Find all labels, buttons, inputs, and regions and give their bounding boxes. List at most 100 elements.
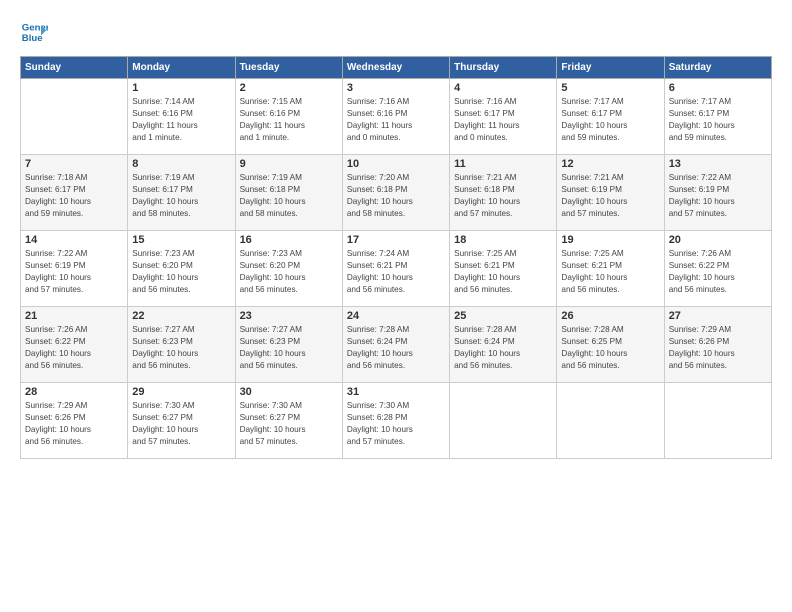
day-info: Sunrise: 7:25 AMSunset: 6:21 PMDaylight:…: [454, 248, 552, 296]
calendar-cell: 3 Sunrise: 7:16 AMSunset: 6:16 PMDaylight…: [342, 79, 449, 155]
weekday-monday: Monday: [128, 57, 235, 79]
logo: General Blue: [20, 18, 48, 46]
day-info: Sunrise: 7:16 AMSunset: 6:16 PMDaylight:…: [347, 96, 445, 144]
calendar-cell: 22 Sunrise: 7:27 AMSunset: 6:23 PMDayligh…: [128, 307, 235, 383]
day-number: 16: [240, 234, 338, 246]
day-number: 23: [240, 310, 338, 322]
calendar-cell: 18Sunrise: 7:25 AMSunset: 6:21 PMDayligh…: [450, 231, 557, 307]
day-number: 31: [347, 386, 445, 398]
calendar-cell: [450, 383, 557, 459]
day-info: Sunrise: 7:15 AMSunset: 6:16 PMDaylight:…: [240, 96, 338, 144]
day-number: 22: [132, 310, 230, 322]
calendar-cell: 1Sunrise: 7:14 AMSunset: 6:16 PMDaylight…: [128, 79, 235, 155]
calendar-cell: 24Sunrise: 7:28 AMSunset: 6:24 PMDayligh…: [342, 307, 449, 383]
calendar-cell: 4 Sunrise: 7:16 AMSunset: 6:17 PMDaylight…: [450, 79, 557, 155]
day-number: 8: [132, 158, 230, 170]
day-info: Sunrise: 7:27 AMSunset: 6:23 PMDaylight:…: [240, 324, 338, 372]
calendar-cell: 27Sunrise: 7:29 AMSunset: 6:26 PMDayligh…: [664, 307, 771, 383]
calendar-cell: 20 Sunrise: 7:26 AMSunset: 6:22 PMDayligh…: [664, 231, 771, 307]
day-info: Sunrise: 7:30 AMSunset: 6:27 PMDaylight:…: [132, 400, 230, 448]
day-info: Sunrise: 7:29 AMSunset: 6:26 PMDaylight:…: [669, 324, 767, 372]
calendar-cell: 28Sunrise: 7:29 AMSunset: 6:26 PMDayligh…: [21, 383, 128, 459]
calendar-cell: 5 Sunrise: 7:17 AMSunset: 6:17 PMDaylight…: [557, 79, 664, 155]
day-number: 30: [240, 386, 338, 398]
day-info: Sunrise: 7:24 AMSunset: 6:21 PMDaylight:…: [347, 248, 445, 296]
calendar-week-3: 14 Sunrise: 7:22 AMSunset: 6:19 PMDayligh…: [21, 231, 772, 307]
calendar-cell: 10 Sunrise: 7:20 AMSunset: 6:18 PMDayligh…: [342, 155, 449, 231]
day-number: 29: [132, 386, 230, 398]
calendar-cell: 8 Sunrise: 7:19 AMSunset: 6:17 PMDaylight…: [128, 155, 235, 231]
calendar-cell: [557, 383, 664, 459]
calendar-cell: 7 Sunrise: 7:18 AMSunset: 6:17 PMDaylight…: [21, 155, 128, 231]
calendar-cell: [21, 79, 128, 155]
day-number: 19: [561, 234, 659, 246]
day-info: Sunrise: 7:18 AMSunset: 6:17 PMDaylight:…: [25, 172, 123, 220]
calendar-cell: 21 Sunrise: 7:26 AMSunset: 6:22 PMDayligh…: [21, 307, 128, 383]
weekday-header-row: SundayMondayTuesdayWednesdayThursdayFrid…: [21, 57, 772, 79]
day-number: 14: [25, 234, 123, 246]
day-number: 2: [240, 82, 338, 94]
calendar-week-1: 1Sunrise: 7:14 AMSunset: 6:16 PMDaylight…: [21, 79, 772, 155]
calendar-cell: 31 Sunrise: 7:30 AMSunset: 6:28 PMDayligh…: [342, 383, 449, 459]
day-info: Sunrise: 7:22 AMSunset: 6:19 PMDaylight:…: [669, 172, 767, 220]
day-info: Sunrise: 7:19 AMSunset: 6:17 PMDaylight:…: [132, 172, 230, 220]
calendar-cell: 15 Sunrise: 7:23 AMSunset: 6:20 PMDayligh…: [128, 231, 235, 307]
day-info: Sunrise: 7:22 AMSunset: 6:19 PMDaylight:…: [25, 248, 123, 296]
calendar-table: SundayMondayTuesdayWednesdayThursdayFrid…: [20, 56, 772, 459]
weekday-friday: Friday: [557, 57, 664, 79]
day-info: Sunrise: 7:26 AMSunset: 6:22 PMDaylight:…: [669, 248, 767, 296]
day-info: Sunrise: 7:17 AMSunset: 6:17 PMDaylight:…: [561, 96, 659, 144]
logo-icon: General Blue: [20, 18, 48, 46]
day-info: Sunrise: 7:27 AMSunset: 6:23 PMDaylight:…: [132, 324, 230, 372]
day-number: 10: [347, 158, 445, 170]
calendar-cell: 29 Sunrise: 7:30 AMSunset: 6:27 PMDayligh…: [128, 383, 235, 459]
day-info: Sunrise: 7:29 AMSunset: 6:26 PMDaylight:…: [25, 400, 123, 448]
calendar-cell: 6 Sunrise: 7:17 AMSunset: 6:17 PMDaylight…: [664, 79, 771, 155]
weekday-thursday: Thursday: [450, 57, 557, 79]
calendar-cell: 14 Sunrise: 7:22 AMSunset: 6:19 PMDayligh…: [21, 231, 128, 307]
day-number: 6: [669, 82, 767, 94]
day-info: Sunrise: 7:28 AMSunset: 6:25 PMDaylight:…: [561, 324, 659, 372]
calendar-body: 1Sunrise: 7:14 AMSunset: 6:16 PMDaylight…: [21, 79, 772, 459]
day-info: Sunrise: 7:30 AMSunset: 6:28 PMDaylight:…: [347, 400, 445, 448]
day-info: Sunrise: 7:23 AMSunset: 6:20 PMDaylight:…: [132, 248, 230, 296]
day-info: Sunrise: 7:26 AMSunset: 6:22 PMDaylight:…: [25, 324, 123, 372]
day-number: 1: [132, 82, 230, 94]
day-number: 7: [25, 158, 123, 170]
calendar-cell: 12 Sunrise: 7:21 AMSunset: 6:19 PMDayligh…: [557, 155, 664, 231]
weekday-sunday: Sunday: [21, 57, 128, 79]
calendar-cell: 11Sunrise: 7:21 AMSunset: 6:18 PMDayligh…: [450, 155, 557, 231]
calendar-cell: 13 Sunrise: 7:22 AMSunset: 6:19 PMDayligh…: [664, 155, 771, 231]
day-info: Sunrise: 7:16 AMSunset: 6:17 PMDaylight:…: [454, 96, 552, 144]
calendar-cell: 19 Sunrise: 7:25 AMSunset: 6:21 PMDayligh…: [557, 231, 664, 307]
calendar-cell: 23 Sunrise: 7:27 AMSunset: 6:23 PMDayligh…: [235, 307, 342, 383]
day-number: 13: [669, 158, 767, 170]
day-number: 20: [669, 234, 767, 246]
day-number: 25: [454, 310, 552, 322]
calendar-cell: 26 Sunrise: 7:28 AMSunset: 6:25 PMDayligh…: [557, 307, 664, 383]
day-number: 12: [561, 158, 659, 170]
svg-text:Blue: Blue: [22, 33, 43, 44]
calendar-week-2: 7 Sunrise: 7:18 AMSunset: 6:17 PMDaylight…: [21, 155, 772, 231]
calendar-cell: [664, 383, 771, 459]
calendar-week-5: 28Sunrise: 7:29 AMSunset: 6:26 PMDayligh…: [21, 383, 772, 459]
day-info: Sunrise: 7:21 AMSunset: 6:19 PMDaylight:…: [561, 172, 659, 220]
calendar-cell: 17 Sunrise: 7:24 AMSunset: 6:21 PMDayligh…: [342, 231, 449, 307]
day-info: Sunrise: 7:28 AMSunset: 6:24 PMDaylight:…: [347, 324, 445, 372]
calendar-week-4: 21 Sunrise: 7:26 AMSunset: 6:22 PMDayligh…: [21, 307, 772, 383]
day-number: 26: [561, 310, 659, 322]
day-info: Sunrise: 7:30 AMSunset: 6:27 PMDaylight:…: [240, 400, 338, 448]
calendar-cell: 30 Sunrise: 7:30 AMSunset: 6:27 PMDayligh…: [235, 383, 342, 459]
day-info: Sunrise: 7:20 AMSunset: 6:18 PMDaylight:…: [347, 172, 445, 220]
day-info: Sunrise: 7:17 AMSunset: 6:17 PMDaylight:…: [669, 96, 767, 144]
day-info: Sunrise: 7:25 AMSunset: 6:21 PMDaylight:…: [561, 248, 659, 296]
day-number: 17: [347, 234, 445, 246]
day-number: 4: [454, 82, 552, 94]
header: General Blue: [20, 18, 772, 46]
day-number: 5: [561, 82, 659, 94]
day-info: Sunrise: 7:19 AMSunset: 6:18 PMDaylight:…: [240, 172, 338, 220]
day-info: Sunrise: 7:23 AMSunset: 6:20 PMDaylight:…: [240, 248, 338, 296]
day-number: 21: [25, 310, 123, 322]
day-number: 15: [132, 234, 230, 246]
day-number: 3: [347, 82, 445, 94]
